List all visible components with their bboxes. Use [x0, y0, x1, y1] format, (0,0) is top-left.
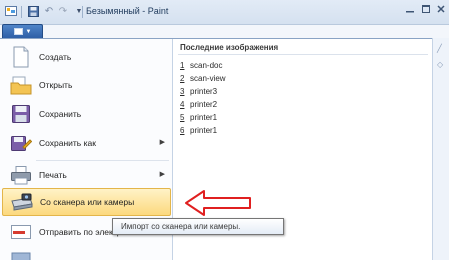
chevron-right-icon: ▶ — [159, 171, 165, 178]
recent-item-name: printer3 — [190, 86, 218, 96]
recent-item-number: 4 — [180, 99, 185, 109]
chevron-down-icon: ▼ — [25, 28, 32, 35]
menu-item-next[interactable] — [2, 247, 171, 260]
menu-item-save[interactable]: Сохранить — [2, 100, 171, 128]
tooltip-text: Импорт со сканера или камеры. — [121, 222, 241, 231]
recent-item[interactable]: 2 scan-view — [180, 72, 226, 84]
printer-icon — [8, 163, 34, 187]
menu-icon — [13, 28, 23, 35]
annotation-arrow-icon — [185, 190, 251, 216]
eraser-icon: ◇ — [437, 60, 444, 69]
paint-window: ↶ ↷ ▼ Безымянный - Paint ▼ ╱ ◇ Создать О… — [0, 0, 449, 260]
menu-item-scanner[interactable]: Со сканера или камеры — [2, 188, 171, 216]
recent-item[interactable]: 3 printer3 — [180, 85, 217, 97]
ribbon-background — [432, 38, 449, 260]
open-folder-icon — [8, 73, 34, 97]
menu-item-label: Открыть — [39, 80, 73, 90]
menu-item-print[interactable]: Печать ▶ — [2, 161, 171, 189]
recent-item[interactable]: 1 scan-doc — [180, 59, 222, 71]
chevron-right-icon: ▶ — [159, 139, 165, 146]
recent-item-name: scan-view — [190, 73, 226, 83]
recent-item-number: 6 — [180, 125, 185, 135]
undo-icon[interactable]: ↶ — [42, 4, 56, 18]
customize-arrow-icon[interactable]: ▼ — [72, 4, 86, 18]
email-icon — [8, 220, 34, 244]
menu-item-label: Со сканера или камеры — [40, 197, 135, 207]
recent-item[interactable]: 5 printer1 — [180, 111, 217, 123]
save-disk-icon — [8, 102, 34, 126]
app-menu-button[interactable]: ▼ — [2, 24, 43, 38]
save-as-icon — [8, 131, 34, 155]
recent-item[interactable]: 6 printer1 — [180, 124, 217, 136]
menu-item-new[interactable]: Создать — [2, 43, 171, 71]
window-title: Безымянный - Paint — [86, 6, 169, 16]
recent-item-number: 1 — [180, 60, 185, 70]
menu-item-save-as[interactable]: Сохранить как ▶ — [2, 129, 171, 157]
menu-item-label: Печать — [39, 170, 67, 180]
desktop-background-icon — [8, 247, 34, 260]
menu-item-open[interactable]: Открыть — [2, 71, 171, 99]
recent-pictures-title: Последние изображения — [180, 43, 279, 52]
minimize-icon[interactable] — [402, 2, 418, 16]
menu-item-label: Создать — [39, 52, 72, 62]
toolbar-separator — [21, 6, 22, 18]
redo-icon[interactable]: ↷ — [56, 4, 70, 18]
menu-item-label: Сохранить — [39, 109, 82, 119]
title-bar: ↶ ↷ ▼ Безымянный - Paint — [0, 0, 449, 25]
toolbar-separator — [82, 6, 83, 18]
recent-item-name: printer1 — [190, 112, 218, 122]
recent-item-name: printer1 — [190, 125, 218, 135]
paint-app-icon[interactable] — [4, 4, 18, 18]
recent-item-name: printer2 — [190, 99, 218, 109]
menu-item-label: Сохранить как — [39, 138, 96, 148]
recent-item[interactable]: 4 printer2 — [180, 98, 217, 110]
save-icon[interactable] — [26, 4, 40, 18]
scanner-icon — [9, 190, 35, 214]
recent-item-number: 3 — [180, 86, 185, 96]
recent-item-number: 2 — [180, 73, 185, 83]
new-document-icon — [8, 45, 34, 69]
recent-item-name: scan-doc — [190, 60, 223, 70]
close-icon[interactable] — [433, 2, 449, 16]
maximize-icon[interactable] — [418, 2, 434, 16]
recent-divider — [178, 54, 428, 55]
recent-item-number: 5 — [180, 112, 185, 122]
pencil-icon: ╱ — [437, 44, 442, 53]
tooltip: Импорт со сканера или камеры. — [112, 218, 284, 235]
